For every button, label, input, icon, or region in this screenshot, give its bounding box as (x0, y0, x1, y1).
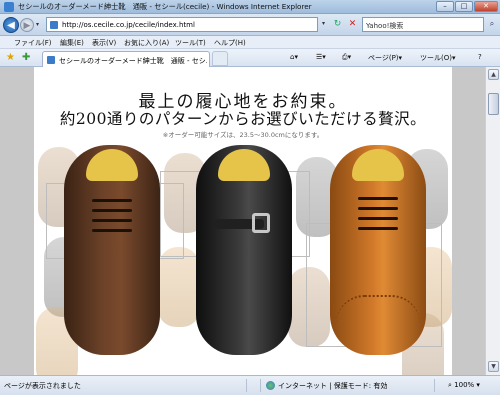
shoe-lace (358, 197, 398, 200)
tab-active[interactable]: セシールのオーダーメード紳士靴 通販 - セシ... (42, 51, 210, 67)
tab-title: セシールのオーダーメード紳士靴 通販 - セシ... (59, 57, 207, 65)
zoom-value: 100% (454, 381, 475, 389)
vertical-scrollbar[interactable]: ▲ ▼ (485, 67, 500, 375)
status-bar: ページが表示されました インターネット | 保護モード: 有効 ⌕ 100% ▾ (0, 375, 500, 395)
shoe-lace (92, 199, 132, 202)
scroll-down-button[interactable]: ▼ (488, 361, 499, 372)
page-menu-label: ページ(P) (368, 54, 399, 62)
scroll-thumb[interactable] (488, 93, 499, 115)
search-placeholder-text: Yahoo!検索 (366, 22, 404, 30)
shoe-lace (358, 207, 398, 210)
new-tab-button[interactable] (212, 51, 228, 66)
feeds-icon[interactable]: ☰▾ (316, 53, 326, 61)
shoe-lace (92, 219, 132, 222)
ie-logo-icon (4, 2, 14, 12)
security-zone-text[interactable]: インターネット | 保護モード: 有効 (278, 381, 387, 391)
brown-shoe-image[interactable] (64, 145, 160, 355)
home-icon[interactable]: ⌂▾ (290, 53, 298, 61)
zoom-level[interactable]: ⌕ 100% ▾ (448, 381, 480, 390)
size-note: ※オーダー可能サイズは、23.5〜30.0cmになります。 (162, 131, 324, 139)
window-title: セシールのオーダーメード紳士靴 通販 - セシール(cecile) - Wind… (18, 2, 312, 11)
status-text: ページが表示されました (4, 382, 81, 390)
menu-tools[interactable]: ツール(T) (175, 38, 206, 48)
back-button[interactable]: ◀ (3, 17, 19, 33)
shoe-lace (92, 209, 132, 212)
black-monk-shoe-image[interactable] (196, 145, 292, 355)
tools-menu-label: ツール(O) (420, 54, 452, 62)
scroll-up-button[interactable]: ▲ (488, 69, 499, 80)
search-input[interactable]: Yahoo!検索 (362, 17, 484, 32)
stop-button[interactable]: ✕ (346, 18, 359, 31)
close-button[interactable]: ✕ (474, 1, 498, 12)
print-icon[interactable]: ⎙▾ (342, 53, 351, 62)
recent-pages-dropdown-icon[interactable]: ▾ (36, 21, 39, 28)
shoe-lace (92, 229, 132, 232)
shoe-insole (352, 149, 404, 181)
menu-favorites[interactable]: お気に入り(A) (124, 38, 169, 48)
menu-bar: ファイル(F) 編集(E) 表示(V) お気に入り(A) ツール(T) ヘルプ(… (0, 36, 500, 49)
address-url-text: http://os.cecile.co.jp/cecile/index.html (62, 21, 195, 29)
page-subheadline: 約200通りのパターンからお選びいただける贅沢。 (59, 110, 427, 128)
page-viewport: 最上の履心地をお約束。 約200通りのパターンからお選びいただける贅沢。 ※オー… (0, 67, 485, 375)
refresh-button[interactable]: ↻ (331, 18, 344, 31)
favorites-star-icon[interactable]: ★ (6, 52, 15, 63)
address-input[interactable]: http://os.cecile.co.jp/cecile/index.html (46, 17, 318, 32)
shoe-toe-cap (336, 295, 420, 351)
address-toolbar: ◀ ▶ ▾ http://os.cecile.co.jp/cecile/inde… (0, 14, 500, 36)
add-favorite-icon[interactable]: ✚ (22, 52, 30, 63)
background-shoe-image (158, 247, 200, 327)
minimize-button[interactable]: – (436, 1, 454, 12)
shoe-insole (86, 149, 138, 181)
search-button[interactable]: ⌕ (486, 18, 498, 30)
help-icon[interactable]: ? (478, 53, 482, 61)
status-divider (246, 379, 247, 392)
status-divider (260, 379, 261, 392)
status-divider (434, 379, 435, 392)
internet-zone-icon (266, 381, 275, 390)
menu-file[interactable]: ファイル(F) (14, 38, 52, 48)
menu-view[interactable]: 表示(V) (92, 38, 116, 48)
shoe-insole (218, 149, 270, 181)
menu-help[interactable]: ヘルプ(H) (214, 38, 246, 48)
tan-captoe-shoe-image[interactable] (330, 145, 426, 355)
shoe-lace (358, 217, 398, 220)
shoe-lace (358, 227, 398, 230)
shoe-buckle (252, 213, 270, 233)
web-page: 最上の履心地をお約束。 約200通りのパターンからお選びいただける贅沢。 ※オー… (34, 67, 452, 375)
tab-toolbar: ★ ✚ セシールのオーダーメード紳士靴 通販 - セシ... ⌂▾ ☰▾ ⎙▾ … (0, 49, 500, 67)
page-menu-button[interactable]: ページ(P)▾ (368, 53, 402, 63)
maximize-button[interactable]: □ (455, 1, 473, 12)
tools-menu-button[interactable]: ツール(O)▾ (420, 53, 456, 63)
forward-button[interactable]: ▶ (20, 18, 34, 32)
window-titlebar: セシールのオーダーメード紳士靴 通販 - セシール(cecile) - Wind… (0, 0, 500, 14)
page-favicon-icon (50, 21, 58, 29)
tab-favicon-icon (47, 56, 55, 64)
menu-edit[interactable]: 編集(E) (60, 38, 84, 48)
address-dropdown-icon[interactable]: ▾ (322, 20, 325, 27)
